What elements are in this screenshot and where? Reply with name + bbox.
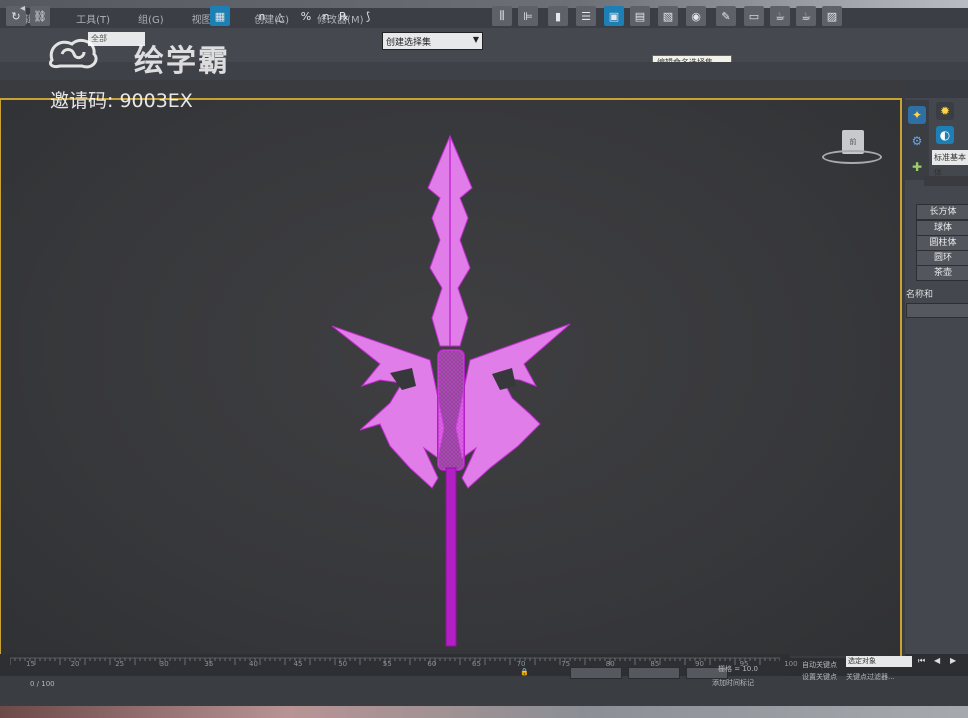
go-start-icon[interactable]: ⏮ bbox=[918, 656, 928, 666]
render-frame-window-icon[interactable]: ▨ bbox=[822, 6, 842, 26]
schematic-view-icon[interactable]: ▧ bbox=[658, 6, 678, 26]
timeline-tick-label: 15 bbox=[26, 660, 35, 668]
object-category-dropdown[interactable]: 标准基本体 bbox=[932, 150, 968, 177]
create-tab-icon[interactable]: ✦ bbox=[908, 106, 926, 124]
object-type-rollout[interactable] bbox=[924, 176, 968, 186]
scene-explorer-icon[interactable]: ☰ bbox=[576, 6, 596, 26]
timeline-tick-label: 40 bbox=[249, 660, 258, 668]
watermark-brand: 绘学霸 bbox=[134, 44, 230, 79]
material-editor-icon[interactable]: ◉ bbox=[686, 6, 706, 26]
timeline-tick-label: 75 bbox=[561, 660, 571, 668]
name-rollout-label: 名称和 bbox=[906, 290, 934, 300]
render-setup-icon[interactable]: ✎ bbox=[716, 6, 736, 26]
graphite-ribbon-icon[interactable]: ▣ bbox=[604, 6, 624, 26]
lock-selection-icon[interactable]: 🔒 bbox=[520, 668, 529, 676]
timeline-tick-label: 30 bbox=[159, 660, 169, 668]
viewport-border bbox=[0, 98, 1, 654]
rendered-frame-icon[interactable]: ▭ bbox=[744, 6, 764, 26]
menu-group[interactable]: 组(G) bbox=[124, 11, 178, 26]
mirror-icon[interactable]: ⟆ bbox=[358, 6, 378, 26]
timeline-tick-label: 50 bbox=[338, 660, 348, 668]
play-icon[interactable]: ▶ bbox=[950, 656, 960, 666]
timeline-tick-label: 25 bbox=[115, 660, 125, 668]
shapes-icon[interactable]: ◐ bbox=[936, 126, 954, 144]
box-button[interactable]: 长方体 bbox=[916, 204, 968, 220]
key-filters-button[interactable]: 关键点过滤器... bbox=[846, 672, 895, 682]
percent-snap-icon[interactable]: % bbox=[296, 6, 316, 26]
named-selection-value: 创建选择集 bbox=[386, 37, 432, 48]
desktop-taskbar bbox=[0, 706, 968, 718]
named-selection-dropdown[interactable]: 创建选择集 ▼ bbox=[382, 32, 483, 50]
timeline-tick-label: 100 bbox=[784, 660, 798, 668]
ribbon-toggle-icon[interactable]: ◂ bbox=[20, 3, 25, 14]
key-filter-dropdown[interactable]: 选定对象 bbox=[846, 656, 912, 667]
cylinder-button[interactable]: 圆柱体 bbox=[916, 235, 968, 251]
menu-tools[interactable]: 工具(T) bbox=[62, 11, 124, 26]
chevron-down-icon: ▼ bbox=[472, 35, 479, 44]
timeline-tick-label: 60 bbox=[427, 660, 437, 668]
teapot-button[interactable]: 茶壶 bbox=[916, 265, 968, 281]
prev-frame-icon[interactable]: ◀ bbox=[934, 656, 944, 666]
align-icon[interactable]: ⫼ bbox=[492, 6, 512, 26]
timeline-tick-label: 20 bbox=[70, 660, 80, 668]
set-key-button[interactable]: 设置关键点 bbox=[802, 672, 837, 682]
quick-align-icon[interactable]: ⊫ bbox=[518, 6, 538, 26]
curve-editor-icon[interactable]: ▤ bbox=[630, 6, 650, 26]
auto-key-button[interactable]: 自动关键点 bbox=[802, 660, 837, 670]
edit-named-sets-icon[interactable]: ℞ bbox=[334, 6, 354, 26]
torus-button[interactable]: 圆环 bbox=[916, 250, 968, 266]
timeline-tick-label: 55 bbox=[382, 660, 392, 668]
hierarchy-tab-icon[interactable]: ⚙ bbox=[908, 132, 926, 150]
select-region-icon[interactable]: ▦ bbox=[210, 6, 230, 26]
hilt-fill bbox=[438, 350, 464, 470]
spear-shaft bbox=[445, 467, 457, 647]
timeline-tick-label: 45 bbox=[293, 660, 303, 668]
name-color-rollout[interactable]: 名称和 bbox=[906, 287, 968, 300]
angle-snap-icon[interactable]: △ bbox=[270, 6, 290, 26]
spinner-snap-icon[interactable]: n bbox=[316, 6, 336, 26]
timeline-tick-label: 70 bbox=[516, 660, 526, 668]
watermark-invite-code: 邀请码: 9003EX bbox=[50, 90, 193, 112]
motion-tab-icon[interactable]: ✚ bbox=[908, 158, 926, 176]
render-teapot-icon[interactable]: ☕ bbox=[770, 6, 790, 26]
brand-logo-icon bbox=[48, 38, 98, 69]
spear-model[interactable] bbox=[320, 128, 580, 648]
menu-views[interactable]: 视图(V) bbox=[178, 11, 241, 26]
sphere-button[interactable]: 球体 bbox=[916, 220, 968, 236]
timeline-tick-label: 35 bbox=[204, 660, 214, 668]
grid-size-text: 栅格 = 10.0 bbox=[718, 665, 758, 673]
x-coordinate-field[interactable] bbox=[570, 667, 622, 679]
geometry-icon[interactable]: ✹ bbox=[936, 102, 954, 120]
add-time-tag[interactable]: 添加时间标记 bbox=[712, 678, 754, 688]
spear-right-wing bbox=[455, 323, 571, 489]
frame-counter: 0 / 100 bbox=[30, 680, 55, 688]
timeline-tick-label: 65 bbox=[472, 660, 481, 668]
spear-left-wing bbox=[331, 325, 445, 489]
viewcube-compass-icon[interactable] bbox=[822, 150, 882, 164]
render-active-icon[interactable]: ☕ bbox=[796, 6, 816, 26]
snap-toggle-icon[interactable]: n bbox=[252, 6, 272, 26]
y-coordinate-field[interactable] bbox=[628, 667, 680, 679]
layer-icon[interactable]: ▮ bbox=[548, 6, 568, 26]
object-name-input[interactable] bbox=[906, 303, 968, 318]
select-link-icon[interactable]: ⛓ bbox=[30, 6, 50, 26]
